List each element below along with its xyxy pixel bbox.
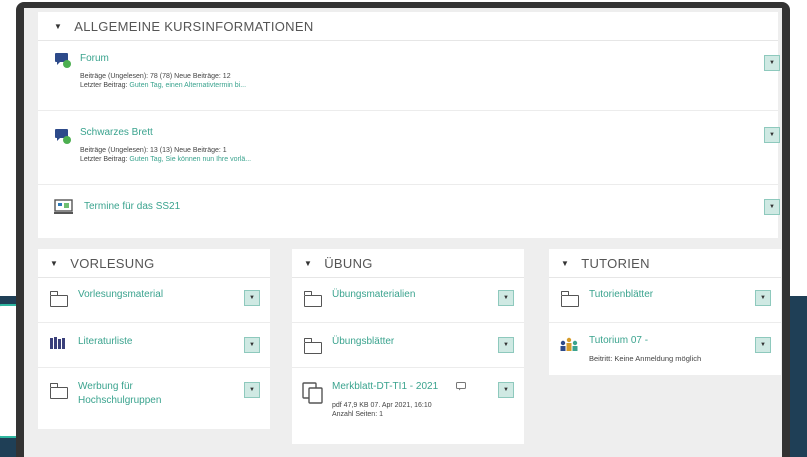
folder-link[interactable]: Übungsmaterialien (332, 289, 415, 300)
file-meta: pdf 47,9 KB 07. Apr 2021, 16:10 Anzahl S… (332, 401, 432, 419)
forum-meta: Beiträge (Ungelesen): 78 (78) Neue Beitr… (80, 72, 246, 90)
section-header[interactable]: ▼ ÜBUNG (292, 249, 524, 278)
browser-window: ▼ ALLGEMEINE KURSINFORMATIONEN Forum Bei… (16, 2, 790, 457)
actions-dropdown-button[interactable]: ▼ (764, 127, 780, 143)
folder-icon (49, 383, 68, 399)
section-title: ALLGEMEINE KURSINFORMATIONEN (74, 18, 314, 34)
list-item-tutorium: Tutorium 07 - Beitritt: Keine Anmeldung … (549, 323, 781, 376)
last-post-label: Letzter Beitrag: (80, 156, 130, 163)
folder-icon (303, 291, 322, 307)
actions-dropdown-button[interactable]: ▼ (244, 382, 260, 398)
caret-down-icon: ▼ (249, 342, 255, 348)
caret-down-icon: ▼ (249, 295, 255, 301)
section-header[interactable]: ▼ TUTORIEN (549, 249, 781, 278)
board-meta: Beiträge (Ungelesen): 13 (13) Neue Beitr… (80, 146, 251, 164)
list-item-literaturliste: Literaturliste ▼ (38, 323, 270, 368)
comment-icon[interactable] (456, 382, 466, 391)
section-general-course-info: ▼ ALLGEMEINE KURSINFORMATIONEN Forum Bei… (38, 12, 780, 238)
actions-dropdown-button[interactable]: ▼ (244, 290, 260, 306)
file-icon (302, 382, 323, 404)
board-link[interactable]: Schwarzes Brett (80, 127, 153, 138)
folder-link[interactable]: Übungsblätter (332, 336, 394, 347)
schedule-link[interactable]: Termine für das SS21 (84, 201, 180, 212)
group-meta: Beitritt: Keine Anmeldung möglich (589, 354, 702, 363)
folder-icon (560, 291, 579, 307)
folder-icon (49, 291, 68, 307)
last-post-link[interactable]: Guten Tag, einen Alternativtermin bi... (129, 82, 246, 89)
folder-link[interactable]: Werbung für Hochschulgruppen (78, 380, 161, 408)
section-uebung: ▼ ÜBUNG Übungsmaterialien ▼ Übungsblätte… (292, 249, 524, 444)
folder-link[interactable]: Tutorienblätter (589, 289, 653, 300)
forum-icon (55, 129, 71, 144)
file-meta-details: pdf 47,9 KB 07. Apr 2021, 16:10 (332, 402, 432, 409)
list-item-uebungsmaterialien: Übungsmaterialien ▼ (292, 278, 524, 323)
section-title: TUTORIEN (581, 255, 650, 271)
list-item-merkblatt: Merkblatt-DT-TI1 - 2021 pdf 47,9 KB 07. … (292, 368, 524, 445)
actions-dropdown-button[interactable]: ▼ (755, 337, 771, 353)
caret-down-icon: ▼ (249, 387, 255, 393)
caret-down-icon: ▼ (769, 132, 775, 138)
collapse-caret-icon[interactable]: ▼ (54, 22, 62, 31)
forum-link[interactable]: Forum (80, 53, 109, 64)
section-header[interactable]: ▼ VORLESUNG (38, 249, 270, 278)
board-meta-last-post: Letzter Beitrag: Guten Tag, Sie können n… (80, 155, 251, 164)
list-item-schwarzes-brett: Schwarzes Brett Beiträge (Ungelesen): 13… (38, 111, 780, 185)
forum-meta-counts: Beiträge (Ungelesen): 78 (78) Neue Beitr… (80, 73, 231, 80)
list-item-uebungsblaetter: Übungsblätter ▼ (292, 323, 524, 368)
forum-icon (55, 53, 71, 68)
list-item-werbung: Werbung für Hochschulgruppen ▼ (38, 368, 270, 430)
caret-down-icon: ▼ (503, 342, 509, 348)
collapse-caret-icon[interactable]: ▼ (561, 259, 569, 268)
forum-meta-last-post: Letzter Beitrag: Guten Tag, einen Altern… (80, 81, 246, 90)
caret-down-icon: ▼ (760, 342, 766, 348)
caret-down-icon: ▼ (503, 295, 509, 301)
section-tutorien: ▼ TUTORIEN Tutorienblätter ▼ Tutorium 07… (549, 249, 781, 375)
caret-down-icon: ▼ (769, 60, 775, 66)
group-link[interactable]: Tutorium 07 - (589, 335, 648, 346)
actions-dropdown-button[interactable]: ▼ (755, 290, 771, 306)
file-meta-pages: Anzahl Seiten: 1 (332, 411, 383, 418)
folder-link-line2: Hochschulgruppen (78, 395, 162, 406)
actions-dropdown-button[interactable]: ▼ (498, 290, 514, 306)
list-item-forum: Forum Beiträge (Ungelesen): 78 (78) Neue… (38, 41, 780, 111)
caret-down-icon: ▼ (769, 204, 775, 210)
books-icon (50, 337, 65, 349)
actions-dropdown-button[interactable]: ▼ (764, 55, 780, 71)
list-item-vorlesungsmaterial: Vorlesungsmaterial ▼ (38, 278, 270, 323)
section-title: ÜBUNG (324, 255, 373, 271)
folder-link-line1: Werbung für (78, 381, 133, 392)
actions-dropdown-button[interactable]: ▼ (764, 199, 780, 215)
board-meta-counts: Beiträge (Ungelesen): 13 (13) Neue Beitr… (80, 147, 227, 154)
list-item-tutorienblaetter: Tutorienblätter ▼ (549, 278, 781, 323)
section-vorlesung: ▼ VORLESUNG Vorlesungsmaterial ▼ Literat… (38, 249, 270, 429)
actions-dropdown-button[interactable]: ▼ (498, 337, 514, 353)
group-icon (560, 337, 578, 351)
literature-link[interactable]: Literaturliste (78, 336, 132, 347)
section-title: VORLESUNG (70, 255, 155, 271)
file-link[interactable]: Merkblatt-DT-TI1 - 2021 (332, 381, 438, 392)
actions-dropdown-button[interactable]: ▼ (244, 337, 260, 353)
section-header[interactable]: ▼ ALLGEMEINE KURSINFORMATIONEN (38, 12, 778, 41)
caret-down-icon: ▼ (503, 387, 509, 393)
folder-link[interactable]: Vorlesungsmaterial (78, 289, 163, 300)
folder-icon (303, 338, 322, 354)
list-item-termine: Termine für das SS21 ▼ (38, 185, 780, 238)
collapse-caret-icon[interactable]: ▼ (50, 259, 58, 268)
caret-down-icon: ▼ (760, 295, 766, 301)
last-post-label: Letzter Beitrag: (80, 82, 130, 89)
last-post-link[interactable]: Guten Tag, Sie können nun Ihre vorlä... (129, 156, 251, 163)
actions-dropdown-button[interactable]: ▼ (498, 382, 514, 398)
collapse-caret-icon[interactable]: ▼ (304, 259, 312, 268)
calendar-icon (54, 199, 73, 214)
